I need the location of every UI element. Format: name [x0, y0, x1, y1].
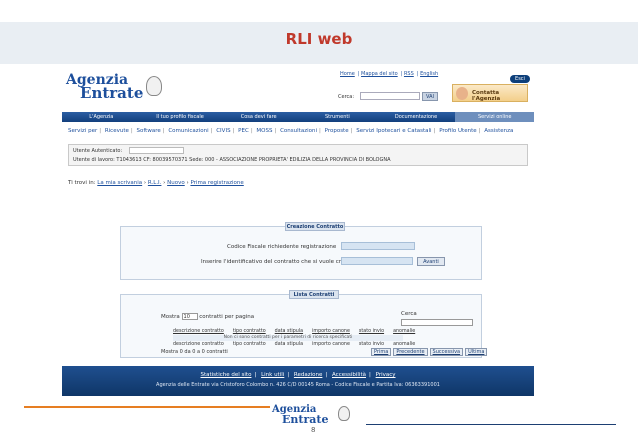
col-anomalie[interactable]: anomalie: [393, 329, 415, 334]
contact-agency-button[interactable]: Contatta l'Agenzia: [452, 84, 528, 102]
operator-avatar-icon: [456, 87, 468, 100]
pager-prev-button[interactable]: Precedente: [393, 348, 428, 356]
list-search-label: Cerca: [401, 311, 417, 317]
contact-label: Contatta l'Agenzia: [472, 90, 501, 102]
pagination: Prima Precedente Successiva Ultima: [371, 348, 488, 356]
slide-header-band: RLI web: [0, 22, 638, 64]
sub-nav: Servizi per | Ricevute | Software | Comunic…: [68, 128, 514, 134]
create-contract-title: Creazione Contratto: [285, 222, 345, 231]
auth-user-field: [129, 147, 184, 154]
footer-link[interactable]: Privacy: [376, 372, 396, 378]
table-info: Mostra 0 da 0 a 0 contratti: [161, 349, 228, 355]
republic-seal-icon: [338, 406, 350, 421]
agenzia-entrate-logo[interactable]: Agenzia Entrate: [66, 72, 162, 102]
footer-link[interactable]: Accessibilità: [332, 372, 366, 378]
table-footer-header: descrizione contratto tipo contratto dat…: [173, 342, 416, 347]
sub-nav-item[interactable]: Comunicazioni: [168, 128, 208, 134]
sub-nav-item[interactable]: Software: [136, 128, 160, 134]
top-link-home[interactable]: Home: [340, 71, 355, 77]
search-input[interactable]: [360, 92, 420, 100]
contract-id-input[interactable]: [341, 257, 413, 265]
breadcrumb-rli[interactable]: R.L.I.: [148, 180, 162, 186]
col-descrizione[interactable]: descrizione contratto: [173, 329, 224, 334]
table-header: descrizione contratto tipo contratto dat…: [173, 329, 433, 334]
search-go-button[interactable]: VAI: [422, 92, 438, 101]
contract-list-title: Lista Contratti: [289, 290, 339, 299]
screenshot-frame: Agenzia Entrate Home | Mappa del sito | RS…: [62, 66, 534, 396]
sub-nav-item[interactable]: CIVIS: [216, 128, 230, 134]
sub-nav-item[interactable]: PEC: [238, 128, 249, 134]
sub-nav-item[interactable]: Proposte: [325, 128, 349, 134]
col-stato[interactable]: stato invio: [359, 329, 384, 334]
main-nav-strumenti[interactable]: Strumenti: [298, 112, 377, 122]
pager-first-button[interactable]: Prima: [371, 348, 392, 356]
logo-line2: Entrate: [80, 84, 144, 102]
main-nav-agenzia[interactable]: L'Agenzia: [62, 112, 141, 122]
sub-nav-item[interactable]: Servizi per: [68, 128, 97, 134]
footer-links: Statistiche del sito | Link utili | Redazi…: [200, 372, 396, 378]
top-link-sitemap[interactable]: Mappa del sito: [361, 71, 398, 77]
main-nav-documentazione[interactable]: Documentazione: [377, 112, 456, 122]
republic-seal-icon: [146, 76, 162, 96]
work-user-line: Utente di lavoro: T1043613 CF: 800395703…: [73, 157, 391, 163]
page-number: 8: [311, 426, 316, 434]
pager-next-button[interactable]: Successiva: [429, 348, 464, 356]
col-tipo[interactable]: tipo contratto: [233, 329, 266, 334]
pager-last-button[interactable]: Ultima: [465, 348, 488, 356]
sub-nav-item[interactable]: Assistenza: [484, 128, 513, 134]
cf-input[interactable]: [341, 242, 415, 250]
footer-link[interactable]: Link utili: [261, 372, 284, 378]
col-data[interactable]: data stipula: [275, 329, 303, 334]
exit-button[interactable]: Esci: [510, 75, 530, 83]
next-button[interactable]: Avanti: [417, 257, 445, 266]
empty-table-message: Non ci sono contratti per i parametri di…: [173, 335, 403, 341]
page-size-select[interactable]: 10: [181, 313, 198, 320]
footer-address: Agenzia delle Entrate via Cristoforo Col…: [156, 382, 440, 388]
footer-logo: Agenzia Entrate: [272, 404, 362, 430]
sub-nav-item[interactable]: MOSS: [256, 128, 272, 134]
top-link-rss[interactable]: RSS: [404, 71, 414, 77]
page-size-control: Mostra 10 contratti per pagina: [161, 313, 255, 320]
auth-user-label: Utente Autenticato:: [73, 148, 123, 154]
create-contract-panel: Creazione Contratto Codice Fiscale richi…: [120, 222, 482, 280]
sub-nav-item[interactable]: Consultazioni: [280, 128, 317, 134]
search-label: Cerca:: [338, 94, 355, 100]
user-info-box: Utente Autenticato: Utente di lavoro: T1…: [68, 144, 528, 166]
main-nav-servizi-online[interactable]: Servizi online: [455, 112, 534, 122]
breadcrumb-prima-registrazione[interactable]: Prima registrazione: [190, 180, 243, 186]
list-search-input[interactable]: [401, 319, 473, 326]
sub-nav-item[interactable]: Servizi Ipotecari e Catastali: [356, 128, 431, 134]
breadcrumb-scrivania[interactable]: La mia scrivania: [97, 180, 142, 186]
contract-list-panel: Lista Contratti Mostra 10 contratti per …: [120, 290, 488, 358]
footer-rule-right: [366, 424, 616, 425]
site-footer: Statistiche del sito | Link utili | Redazi…: [62, 366, 534, 396]
main-nav-profilo[interactable]: Il tuo profilo fiscale: [141, 112, 220, 122]
footer-rule-left: [24, 406, 270, 408]
footer-link[interactable]: Redazione: [294, 372, 322, 378]
contract-id-label: Inserire l'identificativo del contratto …: [201, 259, 354, 265]
sub-nav-item[interactable]: Profilo Utente: [439, 128, 476, 134]
col-importo[interactable]: importo canone: [312, 329, 350, 334]
sub-nav-item[interactable]: Ricevute: [105, 128, 129, 134]
breadcrumb-nuovo[interactable]: Nuovo: [167, 180, 185, 186]
top-links: Home | Mappa del sito | RSS | English: [340, 71, 439, 77]
slide-title: RLI web: [285, 30, 353, 48]
main-nav: L'Agenzia Il tuo profilo fiscale Cosa de…: [62, 112, 534, 122]
top-link-english[interactable]: English: [420, 71, 438, 77]
cf-label: Codice Fiscale richiedente registrazione: [227, 244, 337, 250]
footer-link[interactable]: Statistiche del sito: [200, 372, 251, 378]
breadcrumb: Ti trovi in: La mia scrivania › R.L.I. ›…: [68, 180, 244, 186]
main-nav-cosa-fare[interactable]: Cosa devi fare: [219, 112, 298, 122]
